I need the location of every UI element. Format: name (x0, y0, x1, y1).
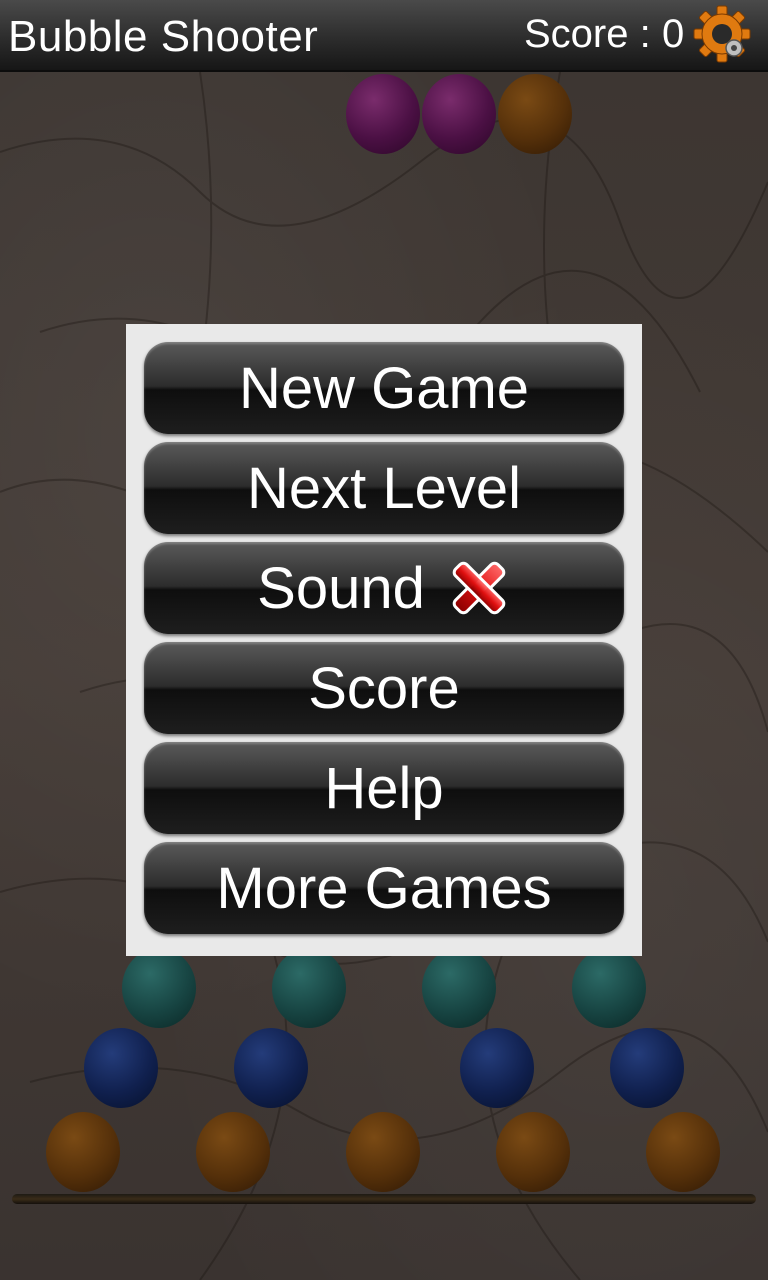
bubble-blue (610, 1028, 684, 1108)
bubble-orange (496, 1112, 570, 1192)
bubble-blue (84, 1028, 158, 1108)
floor-line (12, 1194, 756, 1204)
bubble-orange (196, 1112, 270, 1192)
score-button[interactable]: Score (144, 642, 624, 734)
next-level-button[interactable]: Next Level (144, 442, 624, 534)
bubble-teal (572, 948, 646, 1028)
bubble-orange (498, 74, 572, 154)
bubble-orange (646, 1112, 720, 1192)
red-x-icon (452, 561, 506, 615)
bubble-purple (422, 74, 496, 154)
bubble-blue (460, 1028, 534, 1108)
new-game-label: New Game (238, 355, 530, 421)
score-value: 0 (662, 12, 685, 56)
help-button[interactable]: Help (144, 742, 624, 834)
bubble-teal (422, 948, 496, 1028)
next-level-label: Next Level (246, 455, 522, 521)
pause-menu-panel: New Game Next Level Sound Score Help Mor… (126, 324, 642, 956)
more-games-button[interactable]: More Games (144, 842, 624, 934)
bubble-teal (272, 948, 346, 1028)
gear-icon[interactable] (692, 2, 752, 66)
sound-label: Sound (257, 555, 425, 621)
sound-toggle-button[interactable]: Sound (144, 542, 624, 634)
bubble-orange (46, 1112, 120, 1192)
more-games-label: More Games (216, 855, 552, 921)
top-bar: Bubble Shooter Score : 0 (0, 0, 768, 72)
score-label: Score : (524, 12, 651, 56)
score-button-label: Score (308, 655, 460, 721)
bubble-teal (122, 948, 196, 1028)
new-game-button[interactable]: New Game (144, 342, 624, 434)
help-label: Help (324, 755, 444, 821)
app-title: Bubble Shooter (8, 12, 319, 61)
bubble-orange (346, 1112, 420, 1192)
bubble-purple (346, 74, 420, 154)
bubble-blue (234, 1028, 308, 1108)
